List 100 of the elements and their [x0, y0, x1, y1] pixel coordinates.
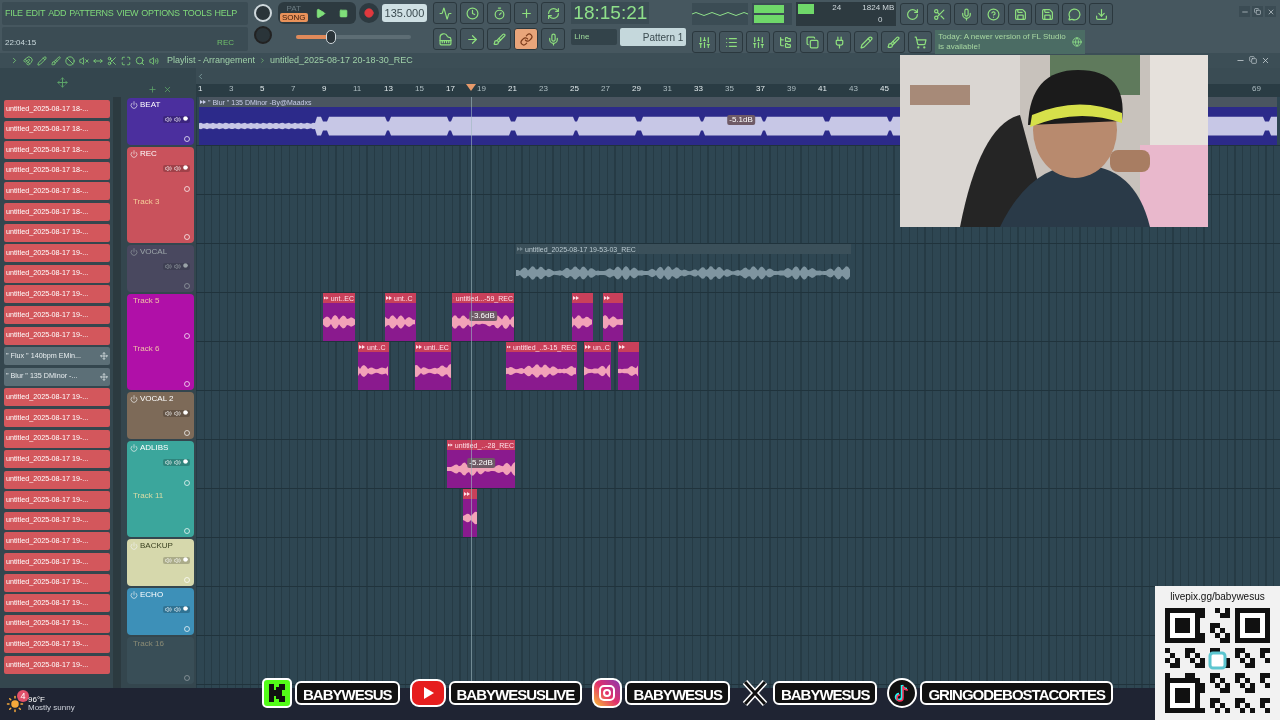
clip-arrow-icon: [517, 246, 523, 252]
audio-clip[interactable]: [463, 489, 477, 537]
power-icon[interactable]: [130, 101, 138, 109]
track-buttons[interactable]: [163, 410, 190, 417]
timer-button[interactable]: [487, 2, 512, 24]
speaker-icon[interactable]: [165, 606, 172, 613]
close-icon[interactable]: [1261, 56, 1270, 65]
brush-tool-button[interactable]: [881, 31, 906, 53]
news-panel[interactable]: Today: A newer version of FL Studio is available!: [935, 30, 1086, 54]
menu-item[interactable]: FILE: [5, 9, 23, 18]
audio-clip[interactable]: [618, 342, 639, 390]
menu-item[interactable]: ADD: [48, 9, 67, 18]
master-slider[interactable]: [296, 30, 411, 44]
mode-toggle[interactable]: PAT: [280, 4, 308, 13]
track-buttons[interactable]: [163, 165, 190, 172]
speaker-icon[interactable]: [165, 410, 172, 417]
mode-toggle[interactable]: SONG: [280, 13, 308, 22]
pattern-selector[interactable]: Pattern 1: [620, 28, 687, 46]
speaker-icon[interactable]: [174, 116, 181, 123]
track-header[interactable]: ECHO: [127, 588, 194, 635]
track-header[interactable]: REC Track 3: [127, 147, 194, 243]
close-button[interactable]: [1265, 6, 1276, 17]
dot-icon[interactable]: [183, 165, 188, 170]
power-icon[interactable]: [130, 395, 138, 403]
pencil-button[interactable]: [854, 31, 879, 53]
dot-icon[interactable]: [183, 410, 188, 415]
brush-button[interactable]: [487, 28, 512, 50]
speaker-icon[interactable]: [165, 116, 172, 123]
track-buttons[interactable]: [163, 606, 190, 613]
plugin-button[interactable]: [827, 31, 852, 53]
dot-icon[interactable]: [183, 557, 188, 562]
speaker-icon[interactable]: [165, 459, 172, 466]
save-button[interactable]: [1008, 3, 1033, 25]
plus-button[interactable]: [514, 2, 539, 24]
copy-button[interactable]: [800, 31, 825, 53]
chat-button[interactable]: [1062, 3, 1087, 25]
playback-icon[interactable]: [149, 55, 159, 66]
save-as-button[interactable]: [1035, 3, 1060, 25]
list-button[interactable]: [719, 31, 744, 53]
speaker-icon[interactable]: [174, 165, 181, 172]
select-icon[interactable]: [121, 55, 131, 66]
mute-icon[interactable]: [79, 55, 89, 66]
menu-item[interactable]: PATTERNS: [69, 9, 114, 18]
track-header[interactable]: Track 5 Track 6: [127, 294, 194, 390]
piano-button[interactable]: [433, 28, 458, 50]
move-icon[interactable]: [56, 77, 68, 88]
magnet-icon[interactable]: [23, 55, 33, 66]
help-button[interactable]: [981, 3, 1006, 25]
mixer-button[interactable]: [746, 31, 771, 53]
speaker-icon[interactable]: [174, 459, 181, 466]
track-header[interactable]: ADLIBS Track 11: [127, 441, 194, 537]
clock-button[interactable]: [460, 2, 485, 24]
cart-button[interactable]: [908, 31, 933, 53]
search-icon[interactable]: [135, 55, 145, 66]
dot-icon[interactable]: [183, 116, 188, 121]
snap-selector[interactable]: Line: [571, 29, 618, 45]
audio-clip[interactable]: [603, 293, 623, 341]
ban-icon[interactable]: [65, 55, 75, 66]
track-buttons[interactable]: [163, 459, 190, 466]
track-buttons[interactable]: [163, 116, 190, 123]
menu-item[interactable]: TOOLS: [182, 9, 212, 18]
restore-button[interactable]: [1252, 6, 1263, 17]
track-header[interactable]: BEAT: [127, 98, 194, 145]
track-buttons[interactable]: [163, 557, 190, 564]
chevron-icon[interactable]: [10, 56, 19, 65]
refresh-button[interactable]: [541, 2, 566, 24]
master-volume-knob[interactable]: [254, 4, 272, 22]
menu-item[interactable]: EDIT: [25, 9, 46, 18]
speaker-icon[interactable]: [174, 606, 181, 613]
track-header[interactable]: BACKUP: [127, 539, 194, 586]
remove-track-icon[interactable]: [163, 85, 172, 94]
scissors-icon[interactable]: [107, 55, 117, 66]
audio-clip[interactable]: [572, 293, 593, 341]
browser-button[interactable]: [773, 31, 798, 53]
brush-icon[interactable]: [51, 55, 61, 66]
add-track-icon[interactable]: [148, 85, 157, 94]
dot-icon[interactable]: [183, 606, 188, 611]
power-icon[interactable]: [130, 591, 138, 599]
scrollbar[interactable]: [113, 97, 121, 688]
menu-item[interactable]: VIEW: [116, 9, 139, 18]
weather-icon[interactable]: [6, 695, 24, 713]
dot-icon[interactable]: [183, 459, 188, 464]
minimize-button[interactable]: [1239, 6, 1250, 17]
microphone-button[interactable]: [954, 3, 979, 25]
power-icon[interactable]: [130, 150, 138, 158]
arrow-button[interactable]: [460, 28, 485, 50]
download-button[interactable]: [1089, 3, 1114, 25]
speaker-icon[interactable]: [174, 410, 181, 417]
link-button[interactable]: [514, 28, 539, 50]
menu-item[interactable]: HELP: [214, 9, 237, 18]
pencil-icon[interactable]: [37, 55, 47, 66]
restore-icon[interactable]: [1249, 56, 1257, 64]
track-header[interactable]: VOCAL 2: [127, 392, 194, 439]
tempo-display[interactable]: 135.000: [381, 4, 428, 22]
speaker-icon[interactable]: [165, 165, 172, 172]
menu-item[interactable]: OPTIONS: [141, 9, 180, 18]
mic-button[interactable]: [541, 28, 566, 50]
scissors-button[interactable]: [927, 3, 952, 25]
activity-button[interactable]: [433, 2, 458, 24]
undo-button[interactable]: [900, 3, 925, 25]
